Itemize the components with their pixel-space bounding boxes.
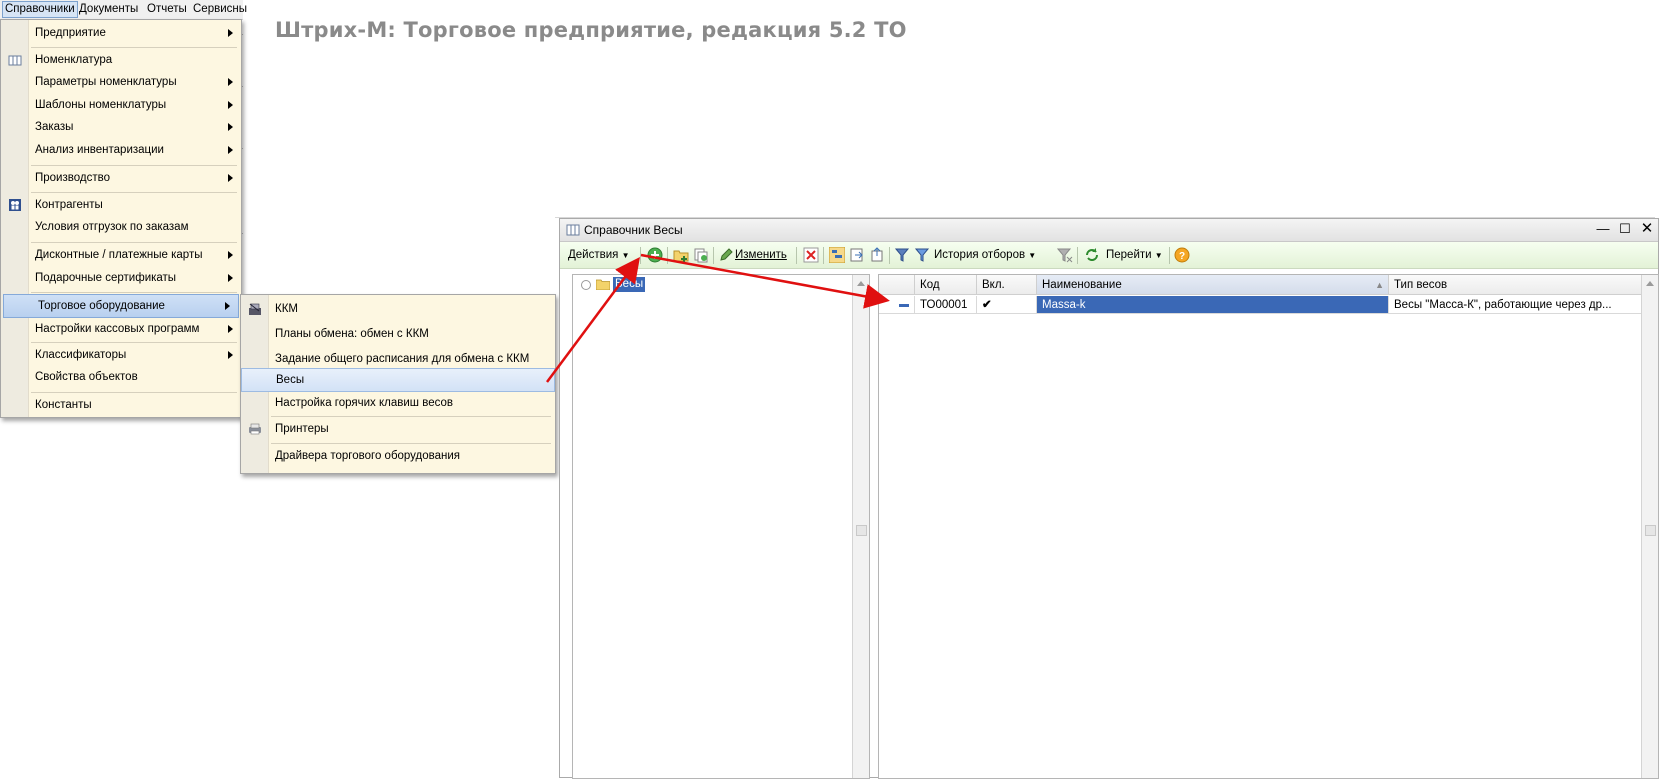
tree-scrollbar[interactable] (852, 275, 869, 778)
filter-history-button[interactable]: История отборов ▼ (934, 247, 1036, 264)
menu-item-constants[interactable]: Константы (1, 394, 241, 416)
menu-item-counterparties[interactable]: Контрагенты (1, 194, 241, 216)
sort-asc-icon: ▲ (1375, 280, 1384, 290)
submenu-arrow-icon (228, 101, 233, 109)
scales-catalog-window: Справочник Весы — ☐ ✕ Действия ▼ Изменит… (559, 218, 1659, 779)
window-titlebar[interactable]: Справочник Весы — ☐ ✕ (560, 219, 1658, 242)
catalog-icon (8, 55, 22, 66)
menubar-service[interactable]: Сервисны (191, 2, 249, 17)
scroll-thumb[interactable] (856, 525, 867, 536)
menu-item-classifiers[interactable]: Классификаторы (1, 344, 241, 366)
window-title: Справочник Весы (584, 223, 683, 237)
column-header-name[interactable]: Наименование ▲ (1037, 275, 1389, 295)
add-icon[interactable] (647, 247, 663, 263)
table-cell-code[interactable]: ТО00001 (915, 296, 977, 314)
column-header-enabled[interactable]: Вкл. (977, 275, 1037, 295)
menubar-reports[interactable]: Отчеты (145, 2, 189, 17)
scroll-up-icon[interactable] (1646, 281, 1654, 286)
submenu-arrow-icon (228, 146, 233, 154)
goto-menu-button[interactable]: Перейти ▼ (1106, 247, 1163, 264)
menu-item-gift-certificates[interactable]: Подарочные сертификаты (1, 267, 241, 289)
scroll-thumb[interactable] (1645, 525, 1656, 536)
submenu-arrow-icon (228, 251, 233, 259)
menu-item-trade-equipment[interactable]: Торговое оборудование (3, 294, 239, 318)
tree-node-root[interactable]: Весы (613, 277, 646, 292)
maximize-button[interactable]: ☐ (1618, 222, 1632, 236)
menu-item-production[interactable]: Производство (1, 167, 241, 189)
refresh-icon[interactable] (1084, 247, 1100, 263)
printer-icon (249, 423, 261, 435)
row-item-icon (899, 304, 909, 307)
people-icon (9, 199, 21, 211)
submenu-arrow-icon (228, 274, 233, 282)
submenu-arrow-icon (225, 302, 230, 310)
table-cell-enabled[interactable]: ✔ (977, 296, 1037, 314)
move-to-group-icon[interactable] (849, 247, 865, 263)
close-button[interactable]: ✕ (1640, 221, 1654, 236)
menubar-documents[interactable]: Документы (77, 2, 140, 17)
copy-icon[interactable] (693, 247, 709, 263)
groups-tree[interactable]: Весы (572, 274, 870, 779)
catalog-icon (566, 224, 580, 236)
submenu-item-printers[interactable]: Принтеры (241, 418, 555, 440)
submenu-item-scales[interactable]: Весы (241, 368, 555, 392)
table-row-marker[interactable] (879, 296, 915, 314)
menu-item-orders[interactable]: Заказы (1, 116, 241, 138)
svg-text:?: ? (1179, 251, 1185, 262)
filter-history-icon[interactable] (915, 247, 931, 263)
submenu-item-kkm[interactable]: ККМ (241, 298, 555, 320)
menu-item-nomenclature-params[interactable]: Параметры номенклатуры (1, 71, 241, 93)
menu-item-object-properties[interactable]: Свойства объектов (1, 366, 241, 388)
minimize-button[interactable]: — (1596, 222, 1610, 236)
table-cell-name[interactable]: Massa-k (1037, 296, 1389, 314)
menubar: Справочники Документы Отчеты Сервисны (0, 0, 247, 20)
submenu-arrow-icon (228, 78, 233, 86)
actions-menu-button[interactable]: Действия ▼ (568, 247, 630, 264)
clear-filter-icon[interactable] (1057, 247, 1073, 263)
cash-register-icon (249, 303, 261, 315)
menu-item-discount-cards[interactable]: Дисконтные / платежные карты (1, 244, 241, 266)
menu-item-shipping-terms[interactable]: Условия отгрузок по заказам (1, 216, 241, 238)
submenu-arrow-icon (228, 351, 233, 359)
submenu-item-exchange-plans[interactable]: Планы обмена: обмен с ККМ (241, 323, 555, 345)
table-header-marker (879, 275, 915, 295)
scales-table: Код Вкл. Наименование ▲ Тип весов ТО00001… (878, 274, 1659, 779)
edit-icon[interactable] (718, 247, 734, 263)
submenu-item-schedule[interactable]: Задание общего расписания для обмена с К… (241, 348, 555, 370)
tree-radio[interactable] (581, 280, 591, 290)
trade-equipment-submenu: ККМ Планы обмена: обмен с ККМ Задание об… (240, 294, 556, 474)
filter-icon[interactable] (895, 247, 911, 263)
submenu-arrow-icon (228, 29, 233, 37)
add-folder-icon[interactable] (673, 247, 689, 263)
submenu-arrow-icon (228, 123, 233, 131)
hierarchy-view-icon[interactable] (829, 247, 845, 263)
menu-item-nomenclature[interactable]: Номенклатура (1, 49, 241, 71)
delete-icon[interactable] (803, 247, 819, 263)
references-menu: Предприятие Номенклатура Параметры номен… (0, 19, 242, 418)
menu-item-inventory-analysis[interactable]: Анализ инвентаризации (1, 139, 241, 161)
submenu-item-drivers[interactable]: Драйвера торгового оборудования (241, 445, 555, 467)
menu-item-cash-program-settings[interactable]: Настройки кассовых программ (1, 318, 241, 340)
table-cell-scale-type[interactable]: Весы "Масса-К", работающие через др... (1389, 296, 1642, 314)
level-up-icon[interactable] (869, 247, 885, 263)
scroll-up-icon[interactable] (857, 281, 865, 286)
table-scrollbar[interactable] (1641, 275, 1658, 778)
menubar-references[interactable]: Справочники (2, 1, 78, 18)
edit-button[interactable]: Изменить (735, 247, 787, 264)
column-header-scale-type[interactable]: Тип весов (1389, 275, 1642, 295)
submenu-arrow-icon (228, 174, 233, 182)
menu-item-enterprise[interactable]: Предприятие (1, 22, 241, 44)
submenu-item-scale-hotkeys[interactable]: Настройка горячих клавиш весов (241, 392, 555, 414)
toolbar: Действия ▼ Изменить История отборов ▼ Пе… (560, 242, 1658, 269)
folder-icon (596, 279, 610, 290)
submenu-arrow-icon (228, 325, 233, 333)
page-title: Штрих-М: Торговое предприятие, редакция … (275, 18, 907, 42)
menu-item-nomenclature-templates[interactable]: Шаблоны номенклатуры (1, 94, 241, 116)
help-icon[interactable]: ? (1174, 247, 1190, 263)
column-header-code[interactable]: Код (915, 275, 977, 295)
